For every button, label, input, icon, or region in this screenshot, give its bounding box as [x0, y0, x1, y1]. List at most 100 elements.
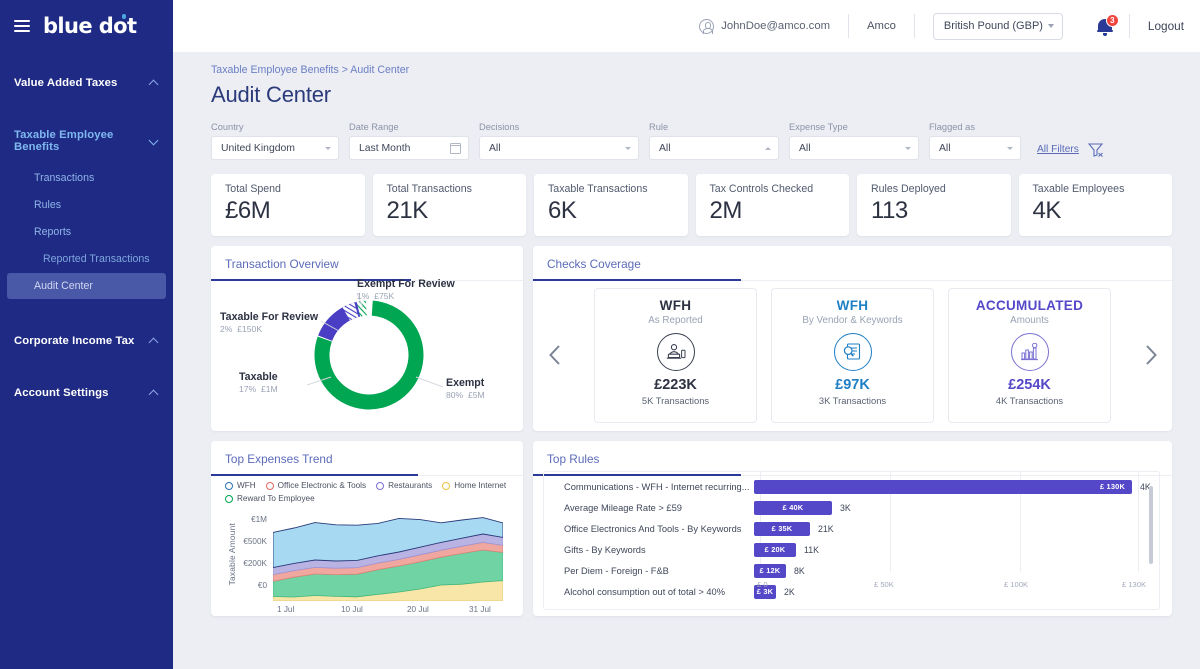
rule-select[interactable]: All: [649, 136, 779, 160]
kpi-label: Taxable Transactions: [548, 183, 688, 195]
card-transactions: 5K Transactions: [642, 395, 709, 406]
spacer: [0, 304, 173, 326]
coverage-card-wfh-as-reported[interactable]: WFH As Reported: [594, 288, 757, 423]
bar-area: £ 130K 4K: [754, 476, 1159, 497]
user-email: JohnDoe@amco.com: [721, 20, 830, 32]
user-icon: [699, 19, 714, 34]
sidebar-group-taxable-employee-benefits[interactable]: Taxable Employee Benefits: [0, 120, 173, 162]
bar-count: 3K: [840, 503, 851, 513]
decisions-select[interactable]: All: [479, 136, 639, 160]
sidebar-nav: Value Added Taxes Taxable Employee Benef…: [0, 68, 173, 408]
table-row[interactable]: Office Electronics And Tools - By Keywor…: [544, 518, 1159, 539]
logout-button[interactable]: Logout: [1130, 19, 1184, 33]
legend-color-dot: [225, 495, 233, 503]
logo[interactable]: blue dot: [43, 14, 136, 38]
sidebar-group-label: Corporate Income Tax: [14, 335, 134, 347]
slice-label: Exempt: [446, 377, 485, 389]
rules-chart-container: Communications - WFH - Internet recurrin…: [543, 471, 1160, 610]
x-tick: 1 Jul: [277, 605, 294, 614]
sidebar-group-label: Taxable Employee Benefits: [14, 129, 150, 153]
table-row[interactable]: Per Diem - Foreign - F&B £ 12K 8K: [544, 560, 1159, 581]
table-row[interactable]: Alcohol consumption out of total > 40% £…: [544, 581, 1159, 602]
breadcrumb[interactable]: Taxable Employee Benefits > Audit Center: [211, 64, 1172, 76]
sidebar-item-rules[interactable]: Rules: [7, 192, 166, 218]
x-tick: 20 Jul: [407, 605, 429, 614]
country-value: United Kingdom: [221, 143, 295, 154]
coverage-card-accumulated-amounts[interactable]: ACCUMULATED Amounts: [948, 288, 1111, 423]
horizontal-bar-chart: Communications - WFH - Internet recurrin…: [544, 472, 1159, 590]
x-tick: £ 50K: [874, 580, 894, 589]
flagged-as-select[interactable]: All: [929, 136, 1021, 160]
bar-area: £ 12K 8K: [754, 560, 1159, 581]
bar-area: £ 40K 3K: [754, 497, 1159, 518]
table-row[interactable]: Communications - WFH - Internet recurrin…: [544, 476, 1159, 497]
carousel-next-button[interactable]: [1134, 344, 1168, 366]
legend-label: Home Internet: [454, 481, 506, 490]
filter-label: Flagged as: [929, 122, 1021, 132]
main-area: JohnDoe@amco.com Amco British Pound (GBP…: [173, 0, 1200, 669]
expense-type-select[interactable]: All: [789, 136, 919, 160]
currency-select[interactable]: British Pound (GBP): [933, 13, 1063, 40]
kpi-total-transactions: Total Transactions 21K: [373, 174, 527, 236]
sidebar-item-reports[interactable]: Reports: [7, 219, 166, 245]
country-select[interactable]: United Kingdom: [211, 136, 339, 160]
rule-label: Office Electronics And Tools - By Keywor…: [544, 524, 754, 534]
filter-label: Decisions: [479, 122, 639, 132]
legend-item-office-electronic-tools[interactable]: Office Electronic & Tools: [266, 481, 366, 490]
rule-label: Gifts - By Keywords: [544, 545, 754, 555]
sidebar-group-value-added-taxes[interactable]: Value Added Taxes: [0, 68, 173, 98]
donut-label-exempt: Exempt 80% £5M: [446, 377, 485, 400]
kpi-label: Taxable Employees: [1033, 183, 1173, 195]
content: Taxable Employee Benefits > Audit Center…: [173, 52, 1200, 669]
sidebar-item-audit-center[interactable]: Audit Center: [7, 273, 166, 299]
filter-label: Country: [211, 122, 339, 132]
sidebar-group-label: Account Settings: [14, 387, 109, 399]
company-name[interactable]: Amco: [849, 13, 914, 39]
rules-scrollbar[interactable]: [1149, 486, 1153, 564]
y-tick: €0: [227, 581, 267, 590]
user-account[interactable]: JohnDoe@amco.com: [681, 13, 848, 39]
legend-item-home-internet[interactable]: Home Internet: [442, 481, 506, 490]
sidebar-item-transactions[interactable]: Transactions: [7, 165, 166, 191]
calendar-icon: [450, 143, 461, 154]
panel-title-underline: [533, 279, 741, 281]
table-row[interactable]: Average Mileage Rate > £59 £ 40K 3K: [544, 497, 1159, 518]
legend-item-reward-to-employee[interactable]: Reward To Employee: [225, 494, 315, 503]
card-subtitle: By Vendor & Keywords: [802, 315, 902, 326]
bar: £ 35K: [754, 522, 810, 536]
date-range-select[interactable]: Last Month: [349, 136, 469, 160]
legend-item-wfh[interactable]: WFH: [225, 481, 256, 490]
filter-flagged-as: Flagged as All: [929, 122, 1021, 160]
bar-value-label: £ 130K: [1100, 482, 1125, 491]
bar-count: 21K: [818, 524, 834, 534]
topbar: JohnDoe@amco.com Amco British Pound (GBP…: [173, 0, 1200, 52]
panel-title: Top Rules: [547, 452, 599, 466]
table-row[interactable]: Gifts - By Keywords £ 20K 11K: [544, 539, 1159, 560]
card-amount: £97K: [835, 377, 870, 393]
x-tick: £ 0: [757, 580, 768, 589]
sidebar-group-account-settings[interactable]: Account Settings: [0, 378, 173, 408]
sidebar-item-reported-transactions[interactable]: Reported Transactions: [7, 246, 166, 272]
chevron-down-icon: [325, 147, 331, 150]
dashboard-root: blue dot Value Added Taxes Taxable Emplo…: [0, 0, 1200, 669]
panel-title: Top Expenses Trend: [225, 452, 333, 466]
panel-header: Checks Coverage: [533, 246, 1172, 281]
legend-label: Reward To Employee: [237, 494, 315, 503]
coverage-card-wfh-by-vendor[interactable]: WFH By Vendor & Keywords: [771, 288, 934, 423]
carousel-prev-button[interactable]: [537, 344, 571, 366]
notifications-button[interactable]: 3: [1081, 18, 1129, 35]
card-transactions: 3K Transactions: [819, 395, 886, 406]
expense-type-value: All: [799, 143, 811, 154]
legend-item-restaurants[interactable]: Restaurants: [376, 481, 432, 490]
x-tick: 31 Jul: [469, 605, 491, 614]
all-filters-link[interactable]: All Filters: [1037, 144, 1079, 155]
card-amount: £254K: [1008, 377, 1051, 393]
kpi-value: £6M: [225, 197, 365, 225]
kpi-value: 6K: [548, 197, 688, 225]
hamburger-menu-icon[interactable]: [14, 20, 30, 31]
sidebar-group-corporate-income-tax[interactable]: Corporate Income Tax: [0, 326, 173, 356]
slice-value: 1% £75K: [357, 291, 455, 301]
clear-filter-icon[interactable]: [1088, 143, 1104, 157]
bar-value-label: £ 20K: [765, 545, 786, 554]
chevron-down-icon: [905, 147, 911, 150]
